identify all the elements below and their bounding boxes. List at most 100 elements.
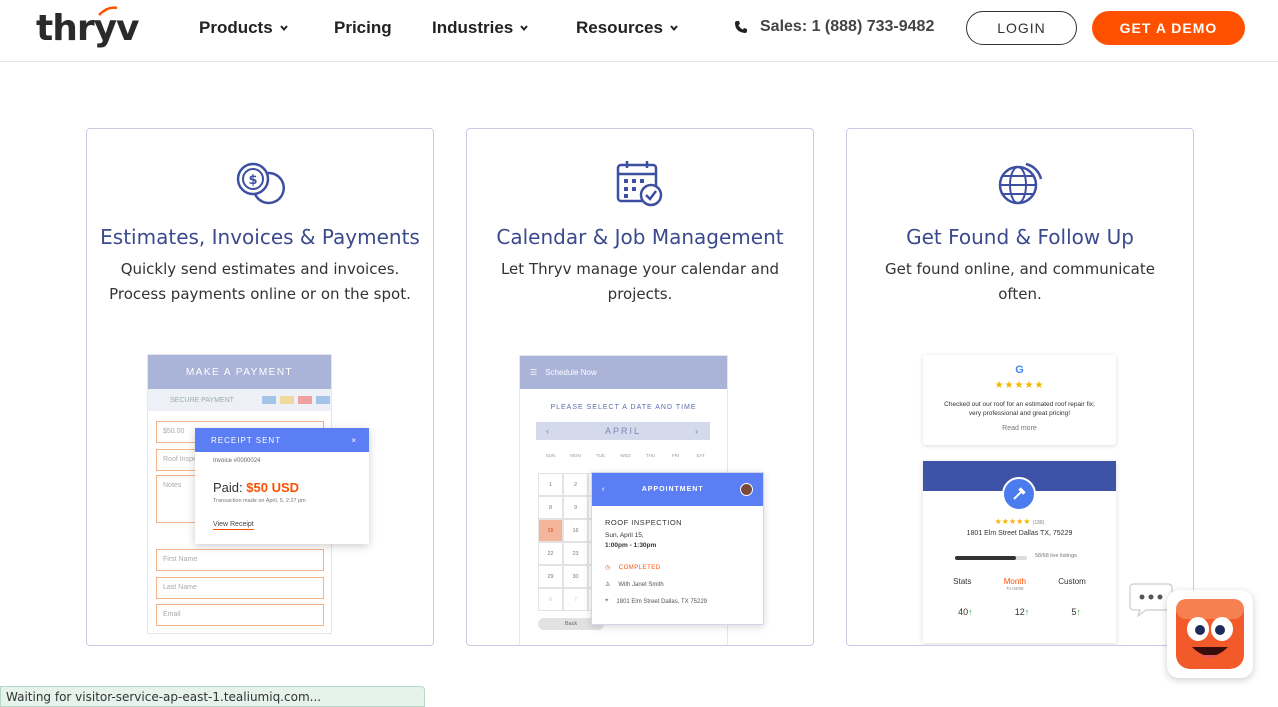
review-mockup: G ★★★★★ Checked out our roof for an esti… xyxy=(923,355,1116,445)
login-button[interactable]: LOGIN xyxy=(966,11,1077,45)
day-header: MON xyxy=(570,452,581,458)
chevron-down-icon xyxy=(520,25,529,32)
job-address: ⌖ 1801 Elm Street Dallas, TX 75229 xyxy=(605,598,707,605)
logo-swoosh-icon xyxy=(98,6,118,16)
calendar-day: 6 xyxy=(538,588,563,611)
site-header: thryv Products Pricing Industries Resour… xyxy=(0,0,1278,62)
listing-address: 1801 Elm Street Dallas TX, 75229 xyxy=(966,530,1073,537)
feature-card-calendar: Calendar & Job Management Let Thryv mana… xyxy=(466,128,814,646)
last-name-field: Last Name xyxy=(156,577,324,599)
calendar-day: 22 xyxy=(538,542,563,565)
location-pin-icon: ⌖ xyxy=(605,598,609,604)
nav-label: Resources xyxy=(576,18,663,37)
up-arrow-icon: ↑ xyxy=(968,607,973,617)
calendar-day: 16 xyxy=(563,519,588,542)
feature-card-get-found: Get Found & Follow Up Get found online, … xyxy=(846,128,1194,646)
chevron-left-icon: ‹ xyxy=(546,426,551,436)
live-listings-count: 58/68 live listings xyxy=(1035,553,1077,559)
tab-stats: Stats xyxy=(953,577,972,586)
calendar-check-icon xyxy=(616,161,663,207)
thryv-logo[interactable]: thryv xyxy=(36,6,140,49)
calendar-day: 7 xyxy=(563,588,588,611)
nav-label: Industries xyxy=(432,18,514,37)
nav-label: Products xyxy=(199,18,273,37)
tab-month: Month To 04/08 xyxy=(1003,577,1026,591)
secure-payment-row: SECURE PAYMENT xyxy=(148,389,331,411)
person-icon: ♙ xyxy=(605,582,611,588)
card-description: Quickly send estimates and invoices. Pro… xyxy=(109,260,411,303)
appointment-popup: ‹ APPOINTMENT ROOF INSPECTION Sun, April… xyxy=(591,472,764,625)
card-description: Let Thryv manage your calendar and proje… xyxy=(500,260,780,303)
stat-value: 40↑ xyxy=(958,607,973,617)
review-stars: ★★★★★ xyxy=(994,380,1045,391)
get-demo-button[interactable]: GET A DEMO xyxy=(1092,11,1245,45)
chat-bot-button[interactable] xyxy=(1167,590,1253,678)
clock-icon: ◷ xyxy=(605,565,611,571)
day-header: WED xyxy=(620,452,631,458)
calendar-day: 15 xyxy=(538,519,563,542)
tab-custom: Custom xyxy=(1058,577,1086,586)
receipt-title: RECEIPT SENT xyxy=(211,435,282,445)
phone-text: Sales: 1 (888) 733-9482 xyxy=(760,18,935,35)
calendar-day: 23 xyxy=(563,542,588,565)
day-header: SAT xyxy=(696,452,705,458)
day-header: FRI xyxy=(671,452,680,458)
nav-resources[interactable]: Resources xyxy=(576,18,679,38)
chat-mascot-icon xyxy=(1176,599,1244,669)
calendar-day: 9 xyxy=(563,496,588,519)
calendar-day: 29 xyxy=(538,565,563,588)
appointment-title: APPOINTMENT xyxy=(641,486,704,493)
transaction-time: Transaction made on April, 5, 2:27 pm xyxy=(213,498,306,504)
card-title: Calendar & Job Management xyxy=(496,225,784,249)
logo-text: thryv xyxy=(36,8,140,49)
chevron-down-icon xyxy=(670,25,678,32)
browser-status-bar: Waiting for visitor-service-ap-east-1.te… xyxy=(0,686,425,707)
month-selector: ‹ APRIL › xyxy=(536,422,710,440)
invoice-number: Invoice #0000024 xyxy=(213,458,261,464)
calendar-day: 8 xyxy=(538,496,563,519)
job-contact: ♙ With Janet Smith xyxy=(605,581,664,589)
calendar-day: 2 xyxy=(563,473,588,496)
job-status: ◷ COMPLETED xyxy=(605,564,661,572)
sales-phone-link[interactable]: Sales: 1 (888) 733-9482 xyxy=(734,18,934,36)
phone-icon xyxy=(735,21,747,33)
chevron-right-icon: › xyxy=(694,426,700,436)
secure-label: SECURE PAYMENT xyxy=(170,396,234,404)
listings-progress-bar xyxy=(955,556,1027,560)
card-description: Get found online, and communicate often. xyxy=(885,260,1155,303)
close-icon: × xyxy=(351,435,357,445)
chevron-down-icon xyxy=(279,25,288,32)
card-title: Get Found & Follow Up xyxy=(906,225,1134,249)
google-icon: G xyxy=(1015,364,1024,376)
receipt-popup: RECEIPT SENT × Invoice #0000024 Paid: $5… xyxy=(195,428,369,544)
listing-mockup: ★★★★★ (188) 1801 Elm Street Dallas TX, 7… xyxy=(923,461,1116,643)
listing-rating: ★★★★★ (188) xyxy=(994,517,1045,526)
avatar xyxy=(739,483,753,496)
day-header: SUN xyxy=(545,452,556,458)
stat-value: 5↑ xyxy=(1071,607,1081,617)
job-name: ROOF INSPECTION xyxy=(605,518,683,527)
nav-pricing[interactable]: Pricing xyxy=(334,18,392,38)
day-header: THU xyxy=(645,452,656,458)
nav-industries[interactable]: Industries xyxy=(432,18,529,38)
hammer-icon xyxy=(1002,477,1036,511)
calendar-day: 30 xyxy=(563,565,588,588)
view-receipt-link: View Receipt xyxy=(213,521,254,530)
calendar-subtitle: PLEASE SELECT A DATE AND TIME xyxy=(550,404,697,411)
stats-tabs: Stats Month To 04/08 Custom xyxy=(923,577,1116,591)
nav-products[interactable]: Products xyxy=(199,18,289,38)
svg-text:$: $ xyxy=(248,173,257,188)
globe-icon xyxy=(998,162,1043,205)
calendar-day: 1 xyxy=(538,473,563,496)
card-brands-icon xyxy=(261,396,330,404)
month-label: APRIL xyxy=(604,426,641,436)
coins-icon: $ xyxy=(236,162,285,205)
job-datetime: Sun, April 15, 1:00pm - 1:30pm xyxy=(605,532,657,549)
review-text: Checked out our roof for an estimated ro… xyxy=(944,401,1095,417)
up-arrow-icon: ↑ xyxy=(1024,607,1030,617)
mockup-header: MAKE A PAYMENT xyxy=(148,355,331,389)
mockup-header: Schedule Now xyxy=(545,368,597,377)
first-name-field: First Name xyxy=(156,549,324,571)
nav-label: Pricing xyxy=(334,18,392,37)
feature-card-payments: $ Estimates, Invoices & Payments Quickly… xyxy=(86,128,434,646)
